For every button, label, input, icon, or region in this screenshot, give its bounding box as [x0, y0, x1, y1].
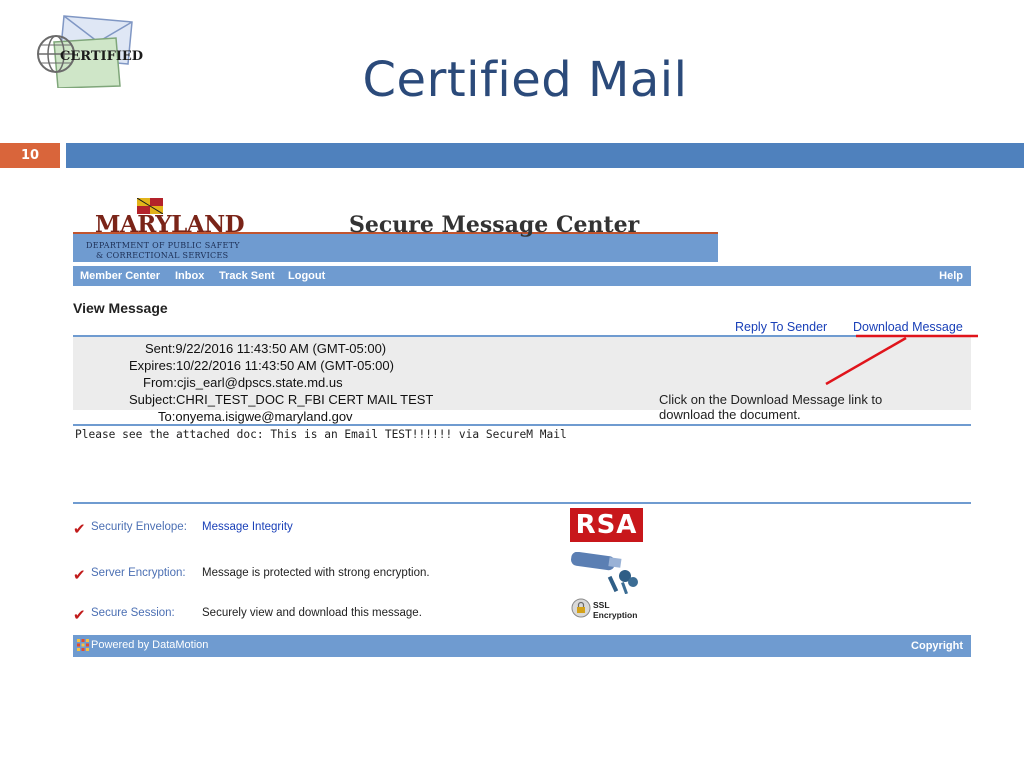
header-sent: Sent:9/22/2016 11:43:50 AM (GMT-05:00): [145, 341, 387, 356]
body-divider: [73, 424, 971, 426]
annotation-line-2: download the document.: [659, 407, 801, 422]
slide-title: Certified Mail: [362, 52, 688, 108]
org-name: MARYLAND: [95, 211, 245, 238]
security-row: ✔ Secure Session: Securely view and down…: [73, 607, 633, 624]
org-subtitle-1: DEPARTMENT OF PUBLIC SAFETY: [86, 241, 240, 250]
nav-member-center[interactable]: Member Center: [80, 270, 160, 282]
reply-to-sender-link[interactable]: Reply To Sender: [735, 320, 827, 334]
security-row: ✔ Security Envelope: Message Integrity: [73, 521, 633, 538]
nav-logout[interactable]: Logout: [288, 270, 325, 282]
footer-divider: [73, 502, 971, 504]
ssl-lock-icon: [571, 598, 591, 618]
footer-bar: Powered by DataMotion Copyright: [73, 635, 971, 657]
header-subject: Subject:CHRI_TEST_DOC R_FBI CERT MAIL TE…: [129, 392, 434, 407]
ssl-label: SSL: [593, 600, 610, 610]
nav-inbox[interactable]: Inbox: [175, 270, 204, 282]
ssl-encryption-label: Encryption: [593, 610, 638, 620]
powered-by-link[interactable]: Powered by DataMotion: [91, 639, 208, 651]
ssl-encryption-badge: SSL Encryption: [593, 600, 637, 620]
site-banner: MARYLAND DEPARTMENT OF PUBLIC SAFETY & C…: [73, 196, 718, 262]
message-body: Please see the attached doc: This is an …: [75, 428, 567, 441]
security-label: Security Envelope:: [91, 521, 187, 533]
security-value: Securely view and download this message.: [202, 607, 422, 619]
annotation-line-1: Click on the Download Message link to: [659, 392, 883, 407]
copyright-link[interactable]: Copyright: [911, 640, 963, 652]
security-label: Server Encryption:: [91, 567, 186, 579]
check-icon: ✔: [73, 521, 86, 538]
security-value-link[interactable]: Message Integrity: [202, 521, 293, 533]
security-value: Message is protected with strong encrypt…: [202, 567, 430, 579]
nav-bar: Member Center Inbox Track Sent Logout He…: [73, 266, 971, 286]
security-row: ✔ Server Encryption: Message is protecte…: [73, 567, 633, 584]
security-label: Secure Session:: [91, 607, 175, 619]
check-icon: ✔: [73, 607, 86, 624]
nav-help[interactable]: Help: [939, 270, 963, 282]
annotation-note: Click on the Download Message link to do…: [659, 392, 929, 422]
slide-number: 10: [0, 143, 60, 168]
check-icon: ✔: [73, 567, 86, 584]
datamotion-icon: [77, 639, 89, 651]
download-message-link[interactable]: Download Message: [853, 320, 963, 334]
nav-track-sent[interactable]: Track Sent: [219, 270, 275, 282]
org-subtitle-2: & CORRECTIONAL SERVICES: [96, 251, 229, 260]
secure-message-screenshot: MARYLAND DEPARTMENT OF PUBLIC SAFETY & C…: [73, 196, 971, 661]
view-message-title: View Message: [73, 300, 168, 316]
header-to: To:onyema.isigwe@maryland.gov: [158, 409, 353, 424]
usb-key-icon: [571, 552, 638, 594]
header-expires: Expires:10/22/2016 11:43:50 AM (GMT-05:0…: [129, 358, 394, 373]
app-title: Secure Message Center: [349, 212, 640, 238]
header-from: From:cjis_earl@dpscs.state.md.us: [143, 375, 343, 390]
rsa-logo: RSA: [570, 508, 643, 542]
slide-header-bar: [66, 143, 1024, 168]
